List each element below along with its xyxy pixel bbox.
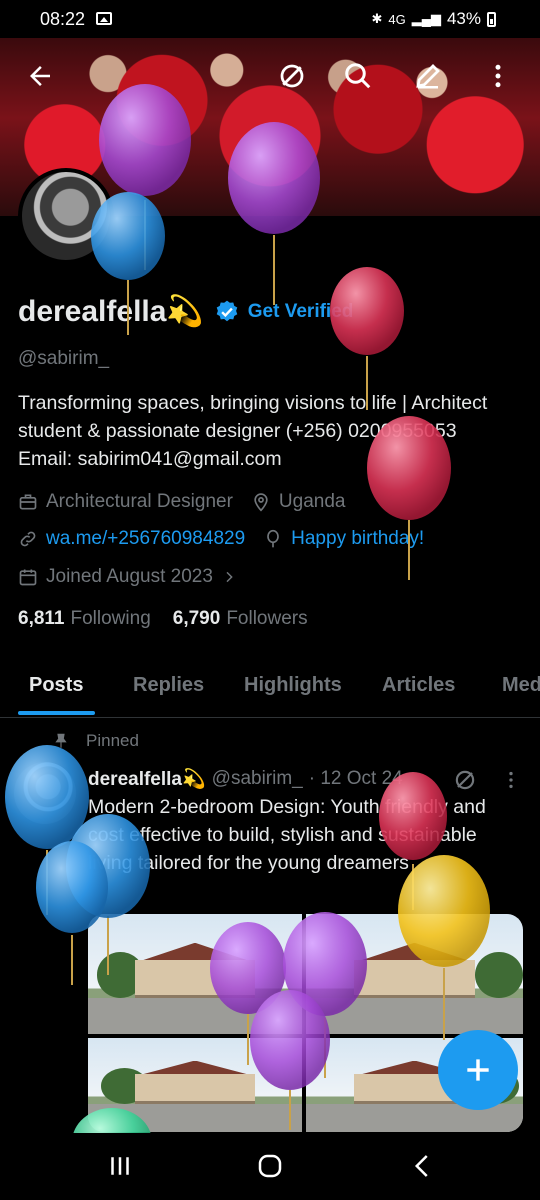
location-pin-icon [254,493,268,512]
followers-count: 6,790 [172,608,221,629]
pin-icon [55,733,67,748]
profile-avatar[interactable] [18,168,114,264]
house-body [135,959,255,998]
name-row: derealfella💫 Get Verified [18,294,353,329]
battery-percent: 43% [446,9,481,28]
tab-posts[interactable]: Posts [29,674,83,697]
grok-icon [280,64,304,88]
location-text: Uganda [278,491,346,512]
house-image-1[interactable] [88,914,302,1034]
meta-row-1: Architectural Designer Uganda [18,491,363,513]
more-button[interactable] [478,56,518,96]
search-icon [345,63,371,89]
house-image-3[interactable] [88,1038,302,1132]
house-render [306,914,523,1034]
home-button[interactable] [255,1151,285,1181]
recent-apps-button[interactable] [105,1151,135,1181]
post-handle: @sabirim_ [211,768,303,789]
pinned-label: Pinned [86,731,139,750]
category-text: Architectural Designer [46,491,233,512]
signal-icon: ▂▄▆ [411,11,441,26]
tree [475,952,523,998]
status-indicators: ✱ 4G ▂▄▆ 43% [371,9,496,29]
link-icon [20,531,36,547]
briefcase-icon [19,494,37,510]
house-image-2[interactable] [306,914,523,1034]
bluetooth-icon: ✱ [371,11,383,26]
house-body [135,1073,255,1104]
verified-badge-icon [216,300,238,321]
gallery-icon [96,12,112,25]
grok-explain-icon[interactable] [452,767,478,793]
website-link[interactable]: wa.me/+256760984829 [46,528,245,550]
post-header: derealfella💫 @sabirim_ · 12 Oct 24 [88,767,403,791]
active-tab-indicator [18,711,95,715]
post-avatar[interactable] [14,762,76,824]
calendar-icon [19,569,37,586]
compose-fab[interactable] [438,1030,518,1110]
post-author[interactable]: derealfella💫 [88,767,206,791]
status-bar: 08:22 ✱ 4G ▂▄▆ 43% [0,0,540,38]
arrow-left-icon [30,66,50,86]
pencil-icon [416,64,440,89]
pinned-label-row: Pinned [52,731,139,751]
back-chevron-icon [414,1155,428,1177]
house-body [353,959,476,998]
grok-button[interactable] [272,56,312,96]
following-stat[interactable]: 6,811 Following [18,608,151,630]
get-verified-link[interactable]: Get Verified [248,301,354,323]
house-render [88,1038,302,1132]
home-icon [258,1154,282,1178]
tab-highlights[interactable]: Highlights [244,674,342,697]
post-date: · 12 Oct 24 [308,768,403,789]
meta-row-3: Joined August 2023 [18,566,255,588]
birthday-item: Happy birthday! [263,528,424,550]
joined-text: Joined August 2023 [46,566,213,587]
category-item: Architectural Designer [18,491,233,513]
tab-media[interactable]: Media [502,674,540,697]
website-item[interactable]: wa.me/+256760984829 [18,528,245,550]
system-nav-bar [0,1133,540,1200]
tab-articles[interactable]: Articles [382,674,455,697]
tab-replies[interactable]: Replies [133,674,204,697]
back-button[interactable] [20,56,60,96]
edit-button[interactable] [408,56,448,96]
network-type: 4G [388,11,406,27]
display-name: derealfella💫 [18,295,204,328]
meta-row-2: wa.me/+256760984829 Happy birthday! [18,528,442,550]
followers-label: Followers [226,608,308,629]
following-label: Following [70,608,151,629]
battery-icon [487,11,496,27]
following-count: 6,811 [18,608,65,629]
followers-stat[interactable]: 6,790 Followers [173,608,308,630]
profile-handle: @sabirim_ [18,348,110,369]
profile-bio: Transforming spaces, bringing visions to… [18,392,488,470]
follow-stats: 6,811 Following 6,790 Followers [18,608,308,630]
nav-back-button[interactable] [408,1151,438,1181]
post-text: Modern 2-bedroom Design: Youth friendly … [88,796,486,874]
more-vertical-icon [495,64,501,88]
balloon-icon [267,529,279,548]
search-button[interactable] [338,56,378,96]
profile-tabs: Posts Replies Highlights Articles Media [0,660,540,718]
status-time: 08:22 [40,9,86,29]
plus-icon [467,1059,489,1081]
post-more-icon[interactable] [500,767,522,793]
location-item: Uganda [251,491,346,513]
chevron-right-icon [226,571,233,583]
house-render [88,914,302,1034]
joined-item[interactable]: Joined August 2023 [18,566,237,588]
birthday-text[interactable]: Happy birthday! [291,528,424,550]
recent-apps-icon [111,1157,129,1175]
